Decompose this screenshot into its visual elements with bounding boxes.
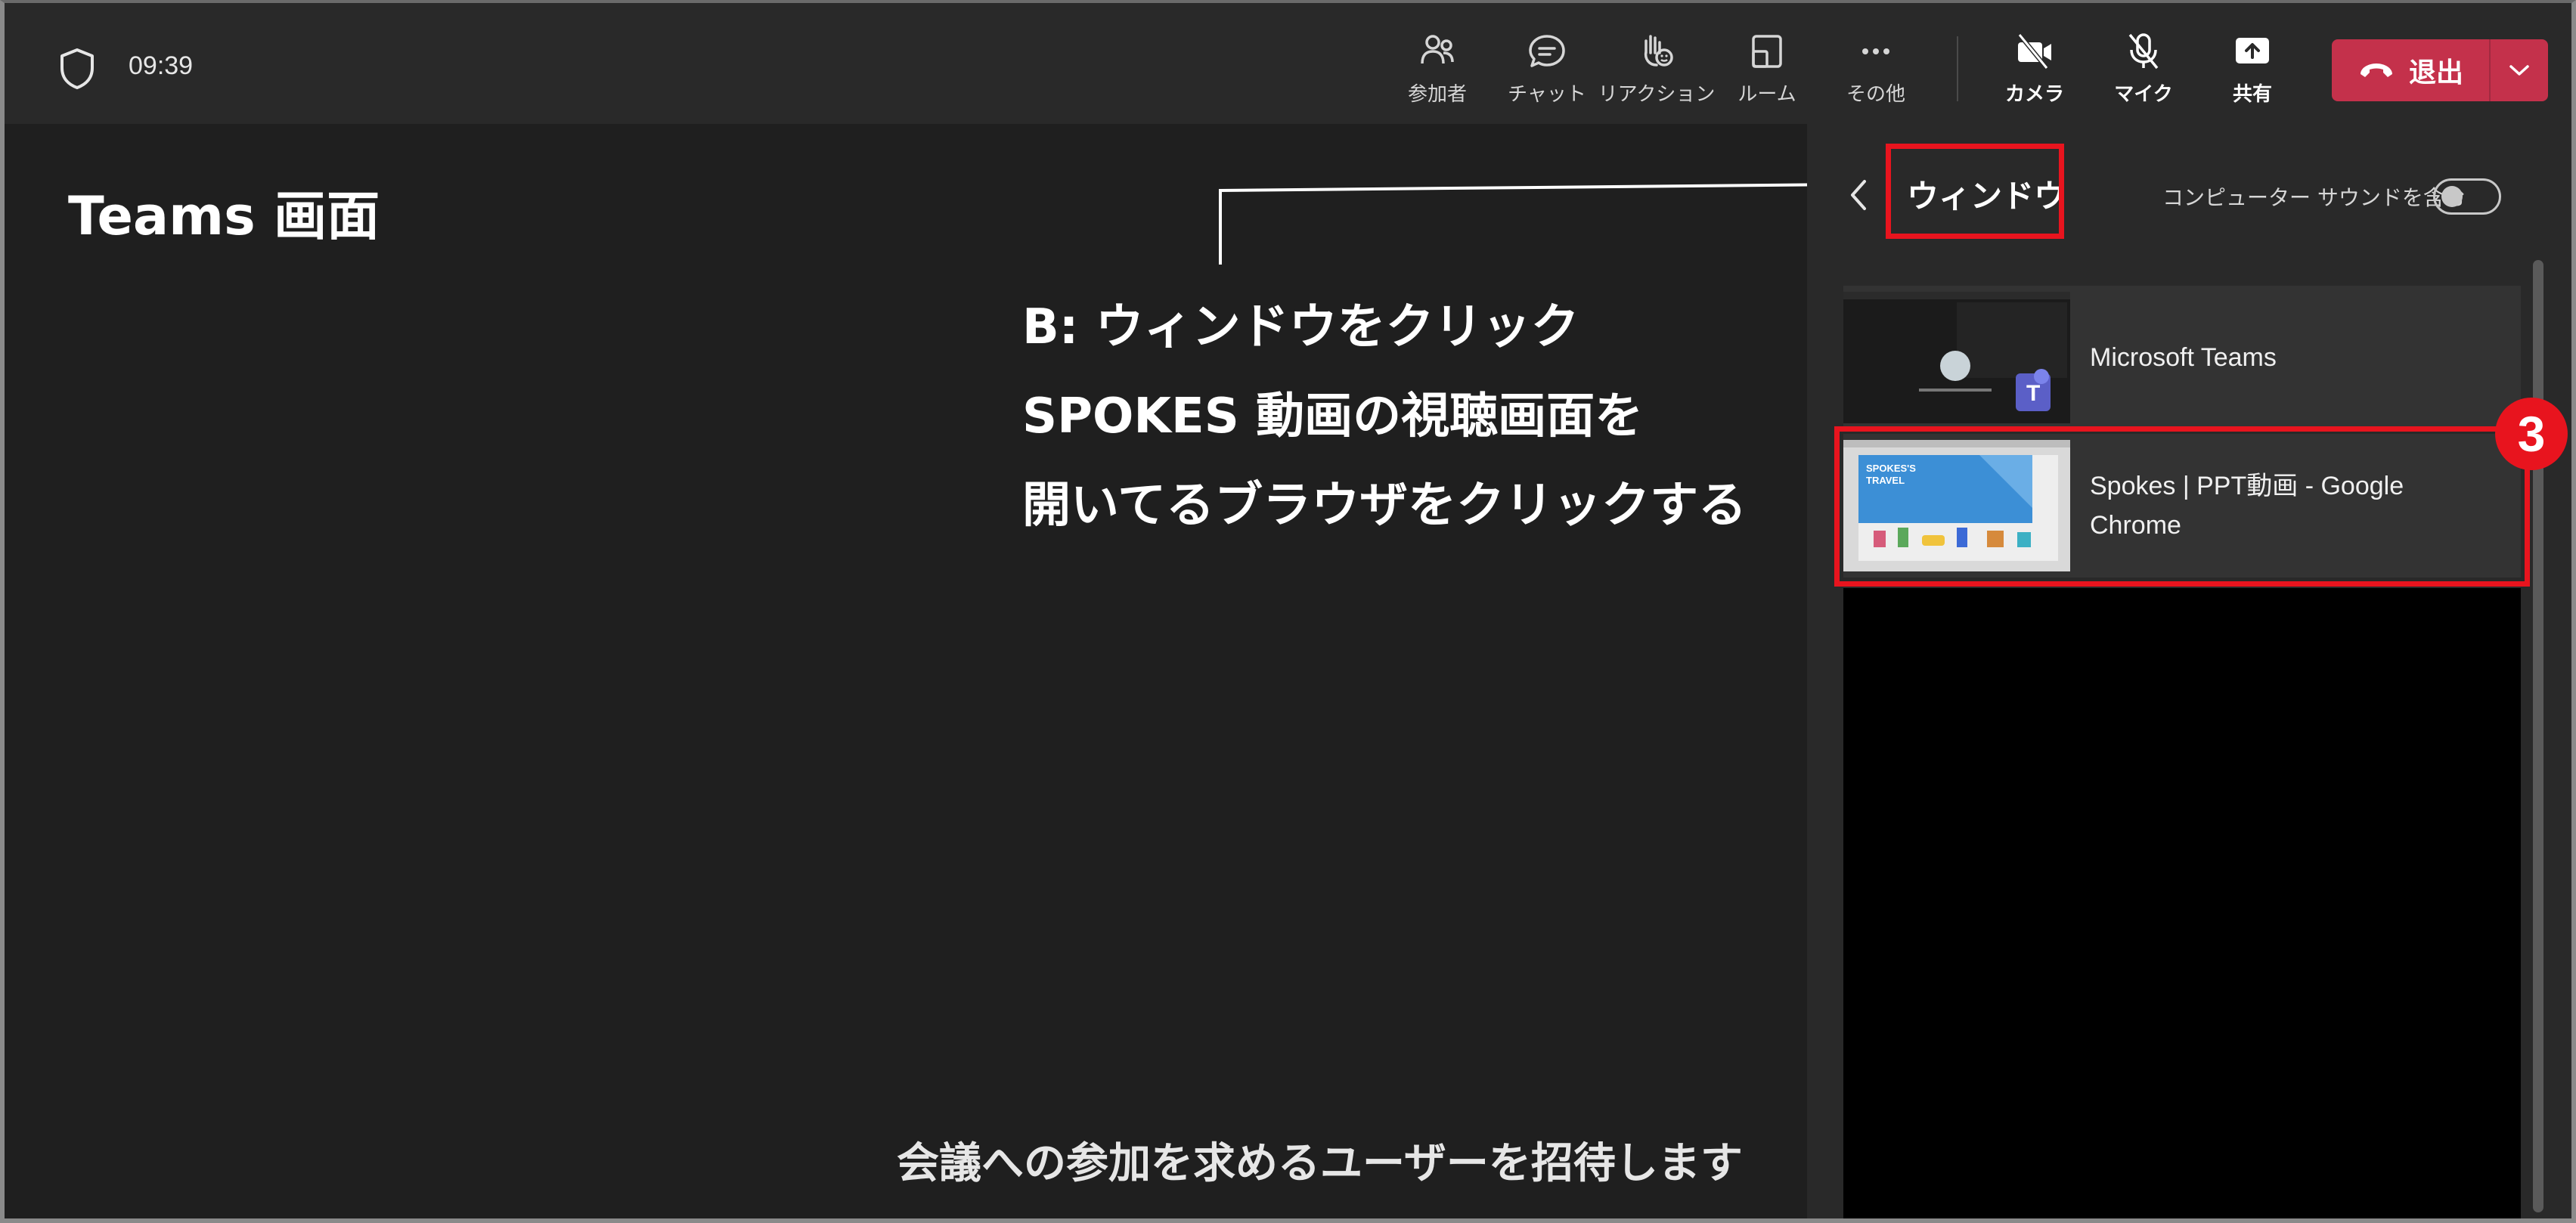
reactions-button[interactable]: リアクション xyxy=(1598,30,1715,113)
app-window: 09:39 参加者 チャット リアクション ルーム その他 カメラ マイク 共有… xyxy=(0,0,2576,1223)
share-icon xyxy=(2236,38,2269,63)
rooms-button[interactable]: ルーム xyxy=(1718,30,1816,113)
more-label: その他 xyxy=(1846,83,1905,106)
share-label: 共有 xyxy=(2232,83,2272,106)
window-list-empty-area xyxy=(1843,588,2521,1218)
title-highlight-box xyxy=(1886,144,2064,239)
include-sound-toggle[interactable] xyxy=(2433,178,2501,215)
callout-connector-vertical xyxy=(1219,192,1222,265)
callout-annotation: B: ウィンドウをクリック SPOKES 動画の視聴画面を 開いてるブラウザをク… xyxy=(1022,283,1747,550)
shield-icon[interactable] xyxy=(57,47,97,91)
window-name-teams: Microsoft Teams xyxy=(2090,343,2277,372)
stage-title: Teams 画面 xyxy=(68,185,380,247)
participants-label: 参加者 xyxy=(1407,83,1467,106)
selected-window-highlight xyxy=(1834,426,2530,587)
more-button[interactable]: その他 xyxy=(1827,30,1925,113)
leave-button[interactable]: 退出 xyxy=(2332,39,2489,101)
invite-message[interactable]: 会議への参加を求めるユーザーを招待します xyxy=(897,1129,1743,1190)
window-item-microsoft-teams[interactable]: T Microsoft Teams xyxy=(1843,286,2521,429)
callout-line-2: SPOKES 動画の視聴画面を xyxy=(1022,389,1644,444)
toggle-knob xyxy=(2441,186,2463,207)
more-icon xyxy=(1862,48,1889,54)
mic-off-icon xyxy=(2128,33,2159,70)
raise-hand-icon xyxy=(1644,35,1673,67)
mic-button[interactable]: マイク xyxy=(2094,30,2193,113)
mic-label: マイク xyxy=(2114,83,2173,106)
leave-options-button[interactable] xyxy=(2491,39,2548,101)
meeting-toolbar: 09:39 参加者 チャット リアクション ルーム その他 カメラ マイク 共有… xyxy=(5,3,2571,124)
camera-off-icon xyxy=(2017,33,2051,70)
step-badge: 3 xyxy=(2495,398,2568,470)
window-list: T Microsoft Teams SPOKES'S TRAVEL Spokes… xyxy=(1834,286,2568,587)
chat-button[interactable]: チャット xyxy=(1498,30,1596,113)
chat-label: チャット xyxy=(1508,83,1586,106)
include-sound-label: コンピューター サウンドを含む xyxy=(2162,185,2466,210)
rooms-label: ルーム xyxy=(1737,83,1796,106)
back-icon[interactable] xyxy=(1845,174,1872,216)
teams-thumbnail-icon: T xyxy=(1843,292,2070,423)
people-icon xyxy=(1421,35,1454,64)
chat-icon xyxy=(1529,35,1565,67)
camera-label: カメラ xyxy=(2004,83,2064,106)
callout-line-1: B: ウィンドウをクリック xyxy=(1022,299,1579,355)
camera-button[interactable]: カメラ xyxy=(1985,30,2084,113)
svg-text:T: T xyxy=(2026,381,2040,406)
chevron-down-icon xyxy=(2509,65,2529,76)
participants-button[interactable]: 参加者 xyxy=(1388,30,1486,113)
rooms-icon xyxy=(1752,35,1782,68)
share-window-panel: ウィンドウ コンピューター サウンドを含む T Microsoft Teams … xyxy=(1807,124,2571,1218)
share-button[interactable]: 共有 xyxy=(2203,30,2302,113)
reactions-label: リアクション xyxy=(1598,83,1716,106)
window-thumbnail-teams: T xyxy=(1843,292,2070,423)
callout-line-3: 開いてるブラウザをクリックする xyxy=(1022,478,1747,534)
toolbar-divider xyxy=(1957,36,1958,101)
hang-up-icon xyxy=(2360,63,2392,77)
meeting-time: 09:39 xyxy=(129,51,194,80)
callout-connector xyxy=(1218,182,1849,192)
leave-button-group: 退出 xyxy=(2332,39,2548,101)
window-item-google-chrome[interactable]: SPOKES'S TRAVEL Spokes | PPT動画 - Google … xyxy=(1834,398,2568,587)
leave-label: 退出 xyxy=(2408,57,2463,88)
